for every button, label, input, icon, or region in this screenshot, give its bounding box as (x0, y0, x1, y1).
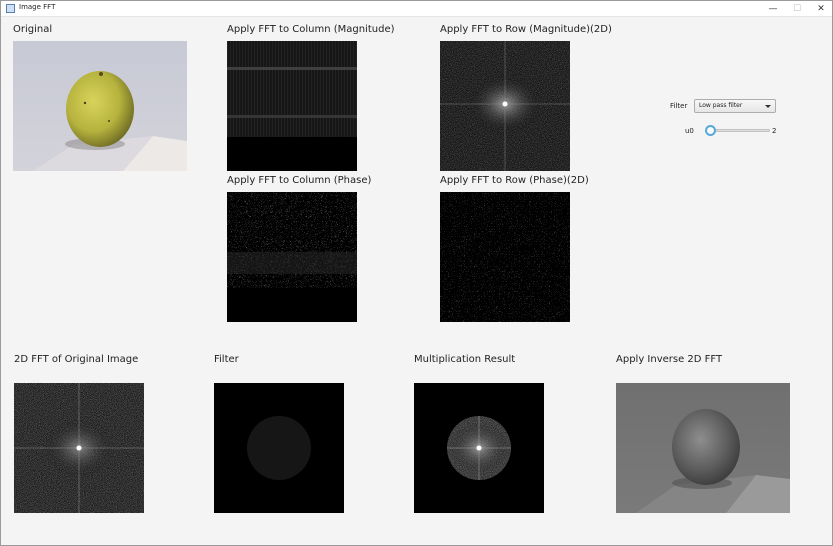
inverse-fft-image (616, 383, 790, 513)
label-multiplication: Multiplication Result (414, 354, 516, 365)
label-row-phase: Apply FFT to Row (Phase)(2D) (440, 175, 589, 186)
close-button[interactable]: ✕ (809, 1, 833, 17)
u0-label: u0 (685, 127, 694, 135)
filter-label: Filter (670, 102, 688, 110)
row-phase-image (440, 192, 570, 322)
fft2d-image (14, 383, 144, 513)
filter-select-value: Low pass filter (699, 102, 743, 109)
minimize-button[interactable]: — (761, 1, 785, 17)
label-column-magnitude: Apply FFT to Column (Magnitude) (227, 24, 395, 35)
window-title: Image FFT (19, 3, 56, 11)
label-filter: Filter (214, 354, 239, 365)
label-original: Original (13, 24, 53, 35)
app-window: Image FFT — ☐ ✕ Original Apply FFT to Co… (0, 0, 833, 546)
original-image (13, 41, 187, 171)
u0-value: 2 (772, 127, 777, 135)
label-column-phase: Apply FFT to Column (Phase) (227, 175, 372, 186)
label-2d-fft: 2D FFT of Original Image (14, 354, 139, 365)
column-phase-image (227, 192, 357, 322)
label-row-magnitude: Apply FFT to Row (Magnitude)(2D) (440, 24, 612, 35)
title-bar: Image FFT — ☐ ✕ (1, 1, 832, 17)
filter-select[interactable]: Low pass filter (694, 99, 776, 113)
row-magnitude-image (440, 41, 570, 171)
multiplication-image (414, 383, 544, 513)
u0-slider-track[interactable] (708, 129, 770, 132)
chevron-down-icon (765, 105, 771, 108)
u0-slider-thumb[interactable] (705, 125, 716, 136)
app-icon (6, 4, 15, 13)
maximize-button[interactable]: ☐ (785, 1, 809, 17)
column-magnitude-image (227, 41, 357, 171)
label-inverse-fft: Apply Inverse 2D FFT (616, 354, 723, 365)
filter-image (214, 383, 344, 513)
